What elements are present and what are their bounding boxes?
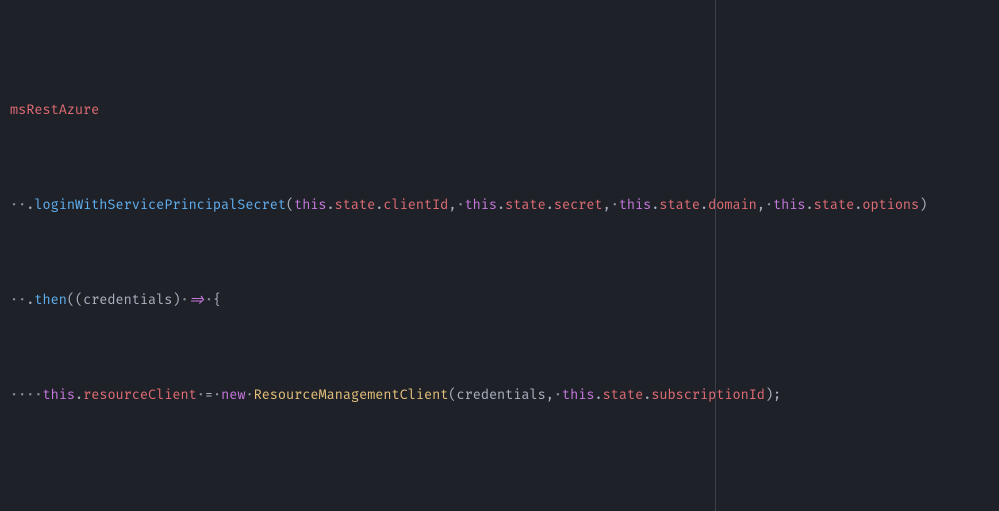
method: loginWithServicePrincipalSecret: [34, 198, 286, 214]
code-line: ··.loginWithServicePrincipalSecret(this.…: [10, 197, 999, 216]
code-editor[interactable]: msRestAzure ··.loginWithServicePrincipal…: [0, 0, 999, 511]
code-line: ····this.resourceClient·=·new·ResourceMa…: [10, 387, 999, 406]
keyword: this: [294, 198, 326, 214]
identifier: msRestAzure: [10, 103, 99, 119]
code-line: [10, 482, 999, 501]
editor-ruler: [715, 0, 716, 511]
class-name: ResourceManagementClient: [254, 388, 449, 404]
param: credentials: [83, 293, 172, 309]
code-line: ··.then((credentials)·=>·{: [10, 292, 999, 311]
ws-dot: ·: [10, 198, 18, 214]
keyword: new: [221, 388, 245, 404]
arrow: =>: [189, 293, 205, 309]
method: then: [34, 293, 66, 309]
code-line: msRestAzure: [10, 102, 999, 121]
